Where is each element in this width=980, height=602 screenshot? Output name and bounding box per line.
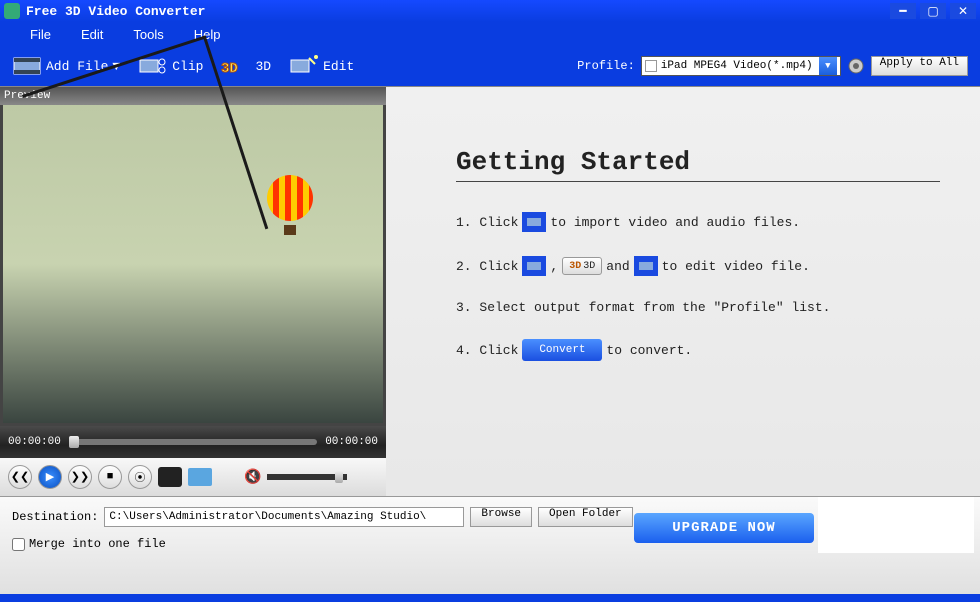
- preview-video[interactable]: [0, 105, 386, 426]
- chevron-down-icon: ▼: [819, 57, 837, 75]
- maximize-button[interactable]: ▢: [920, 3, 946, 19]
- player-controls: ❮❮ ▶ ❯❯ ■ ⦿ 🔇: [0, 458, 386, 496]
- seek-track[interactable]: [69, 439, 317, 445]
- inline-three-d-button: 3D3D: [562, 257, 602, 275]
- edit-label: Edit: [323, 59, 354, 74]
- profile-value: iPad MPEG4 Video(*.mp4): [661, 60, 813, 72]
- menu-edit[interactable]: Edit: [81, 27, 103, 42]
- three-d-icon: 3D: [221, 54, 251, 78]
- volume-thumb[interactable]: [335, 471, 343, 483]
- inline-edit-icon: [634, 256, 658, 276]
- close-button[interactable]: ✕: [950, 3, 976, 19]
- merge-checkbox[interactable]: [12, 538, 25, 551]
- step2-text-d: to edit video file.: [662, 259, 810, 274]
- menu-bar: File Edit Tools Help: [0, 22, 980, 46]
- settings-button[interactable]: [847, 57, 865, 75]
- app-title: Free 3D Video Converter: [26, 4, 890, 19]
- guide-panel: Getting Started 1. Click to import video…: [386, 87, 980, 496]
- guide-step-3: 3. Select output format from the "Profil…: [456, 300, 940, 315]
- guide-step-2: 2. Click , 3D3D and to edit video file.: [456, 256, 940, 276]
- timeline: 00:00:00 00:00:00: [0, 426, 386, 458]
- blank-area: [818, 497, 974, 553]
- window-controls: ━ ▢ ✕: [890, 3, 976, 19]
- three-d-label: 3D: [255, 59, 271, 74]
- menu-file[interactable]: File: [30, 27, 51, 42]
- volume-slider[interactable]: [267, 474, 347, 480]
- profile-select[interactable]: iPad MPEG4 Video(*.mp4) ▼: [641, 56, 841, 76]
- three-d-button[interactable]: 3D 3D: [221, 54, 271, 78]
- wand-icon: [289, 54, 319, 78]
- step2-text-b: ,: [550, 259, 558, 274]
- stop-button[interactable]: ■: [98, 465, 122, 489]
- prev-button[interactable]: ❮❮: [8, 465, 32, 489]
- app-icon: [4, 3, 20, 19]
- seek-thumb[interactable]: [69, 436, 79, 448]
- destination-label: Destination:: [12, 510, 98, 524]
- bottom-bar: Destination: Browse Open Folder Merge in…: [0, 496, 980, 594]
- three-d-small-icon: 3D: [569, 261, 581, 272]
- next-button[interactable]: ❯❯: [68, 465, 92, 489]
- guide-step-4: 4. Click Convert to convert.: [456, 339, 940, 361]
- snapshot-folder-button[interactable]: [188, 468, 212, 486]
- inline-clip-icon: [522, 256, 546, 276]
- play-button[interactable]: ▶: [38, 465, 62, 489]
- menu-tools[interactable]: Tools: [133, 27, 163, 42]
- profile-type-icon: [645, 60, 657, 72]
- upgrade-button[interactable]: UPGRADE NOW: [634, 513, 814, 543]
- step2-text-a: 2. Click: [456, 259, 518, 274]
- merge-label: Merge into one file: [29, 537, 166, 551]
- snapshot-button[interactable]: [158, 467, 182, 487]
- step-button[interactable]: ⦿: [128, 465, 152, 489]
- film-icon: [12, 54, 42, 78]
- apply-to-all-button[interactable]: Apply to All: [871, 56, 968, 76]
- minimize-button[interactable]: ━: [890, 3, 916, 19]
- open-folder-button[interactable]: Open Folder: [538, 507, 633, 527]
- preview-panel: Preview 00:00:00 00:00:00 ❮❮ ▶ ❯❯ ■ ⦿ 🔇: [0, 87, 386, 496]
- mute-button[interactable]: 🔇: [244, 469, 261, 486]
- inline-convert-button: Convert: [522, 339, 602, 361]
- step4-text-a: 4. Click: [456, 343, 518, 358]
- guide-title: Getting Started: [456, 147, 940, 182]
- step2-text-c: and: [606, 259, 629, 274]
- time-start: 00:00:00: [8, 436, 61, 448]
- edit-button[interactable]: Edit: [289, 54, 354, 78]
- time-end: 00:00:00: [325, 436, 378, 448]
- step1-text-a: 1. Click: [456, 215, 518, 230]
- balloon-image: [267, 175, 313, 231]
- profile-label: Profile:: [577, 59, 635, 73]
- destination-input[interactable]: [104, 507, 464, 527]
- inline-add-file-icon: [522, 212, 546, 232]
- step4-text-b: to convert.: [606, 343, 692, 358]
- svg-text:3D: 3D: [221, 61, 238, 77]
- footer-gap: [0, 594, 980, 602]
- main-area: Preview 00:00:00 00:00:00 ❮❮ ▶ ❯❯ ■ ⦿ 🔇 …: [0, 86, 980, 496]
- browse-button[interactable]: Browse: [470, 507, 532, 527]
- title-bar: Free 3D Video Converter ━ ▢ ✕: [0, 0, 980, 22]
- step1-text-b: to import video and audio files.: [550, 215, 800, 230]
- step3-text: 3. Select output format from the "Profil…: [456, 300, 830, 315]
- guide-step-1: 1. Click to import video and audio files…: [456, 212, 940, 232]
